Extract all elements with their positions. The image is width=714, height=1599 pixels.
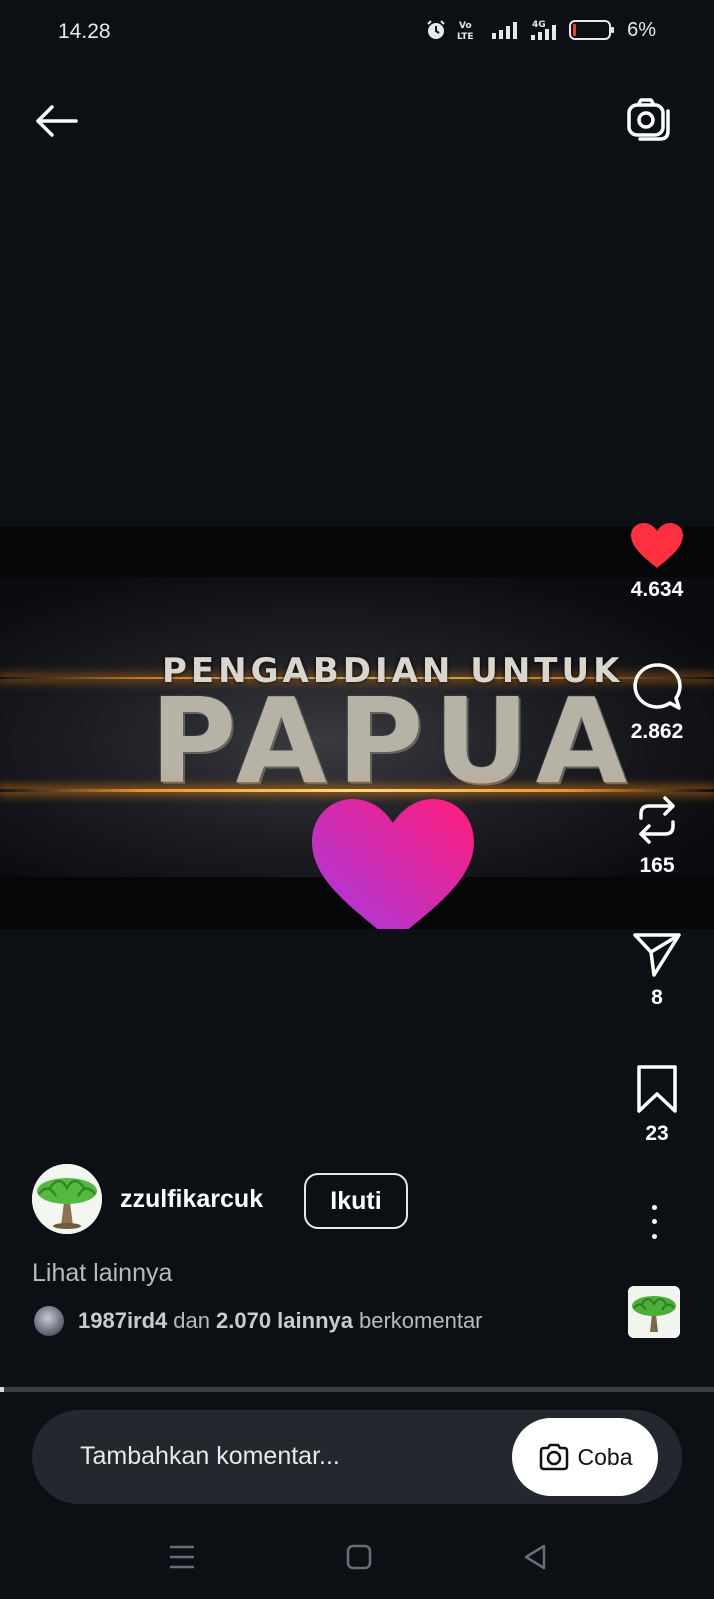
follow-button[interactable]: Ikuti (304, 1173, 408, 1229)
avatar[interactable] (32, 1164, 102, 1234)
svg-text:Vo: Vo (459, 21, 472, 31)
camera-icon (627, 98, 670, 141)
comment-others-count: 2.070 lainnya (216, 1308, 353, 1333)
see-more-link[interactable]: Lihat lainnya (32, 1259, 172, 1288)
back-button[interactable] (28, 96, 84, 146)
svg-text:4G: 4G (532, 20, 546, 30)
tree-icon (628, 1286, 680, 1338)
commenter-avatar (34, 1306, 64, 1336)
heart-icon (631, 523, 683, 568)
like-count: 4.634 (630, 578, 684, 601)
more-vertical-icon (651, 1204, 657, 1210)
try-camera-button[interactable]: Coba (512, 1418, 658, 1496)
video-progress-fill (0, 1387, 5, 1392)
commenter-username: 1987ird4 (78, 1308, 168, 1333)
like-button[interactable]: 4.634 (600, 522, 714, 602)
more-button[interactable] (634, 1200, 674, 1244)
status-time: 14.28 (58, 20, 111, 43)
save-count: 23 (645, 1122, 669, 1145)
battery-percent: 6% (627, 18, 656, 41)
try-camera-label: Coba (577, 1443, 633, 1470)
comment-summary[interactable]: 1987ird4 dan 2.070 lainnya berkomentar (34, 1306, 483, 1336)
arrow-left-icon (36, 105, 78, 137)
lens-flare (0, 789, 714, 792)
battery-icon (569, 20, 615, 40)
audio-thumbnail[interactable] (628, 1286, 680, 1338)
system-nav-bar (0, 1525, 714, 1589)
alarm-icon (427, 20, 445, 39)
nav-back-button[interactable] (515, 1539, 555, 1575)
4g-signal-icon: 4G (531, 20, 557, 40)
signal-icon (492, 22, 518, 39)
svg-text:LTE: LTE (457, 32, 474, 41)
repost-button[interactable]: 165 (600, 794, 714, 878)
home-button[interactable] (339, 1539, 379, 1575)
send-icon (633, 933, 681, 977)
repost-count: 165 (639, 854, 675, 877)
camera-button[interactable] (622, 94, 678, 146)
video-progress-bar[interactable] (0, 1387, 714, 1392)
tree-icon (32, 1164, 102, 1234)
bookmark-icon (637, 1065, 677, 1113)
camera-icon (539, 1443, 568, 1471)
comment-icon (633, 663, 682, 710)
comment-count: 2.862 (630, 720, 684, 743)
status-bar: 14.28 Vo LTE 4G 6% (0, 0, 714, 64)
comment-input[interactable]: Tambahkan komentar... (80, 1442, 340, 1471)
status-icons: Vo LTE 4G 6% (425, 18, 656, 42)
share-count: 8 (651, 986, 663, 1009)
comment-bar: Tambahkan komentar... Coba (32, 1410, 682, 1504)
heart-icon (312, 799, 474, 929)
comment-button[interactable]: 2.862 (600, 662, 714, 744)
home-square-icon (346, 1544, 372, 1570)
volte-icon: Vo LTE (457, 21, 474, 41)
repost-icon (639, 796, 675, 844)
comment-connector: dan (173, 1308, 211, 1333)
save-button[interactable]: 23 (600, 1064, 714, 1146)
back-triangle-icon (524, 1544, 546, 1570)
menu-icon (170, 1545, 194, 1569)
author-username[interactable]: zzulfikarcuk (120, 1185, 263, 1214)
comment-suffix: berkomentar (359, 1308, 483, 1333)
share-button[interactable]: 8 (600, 930, 714, 1010)
recent-apps-button[interactable] (162, 1539, 202, 1575)
video-title: PAPUA (150, 672, 637, 810)
